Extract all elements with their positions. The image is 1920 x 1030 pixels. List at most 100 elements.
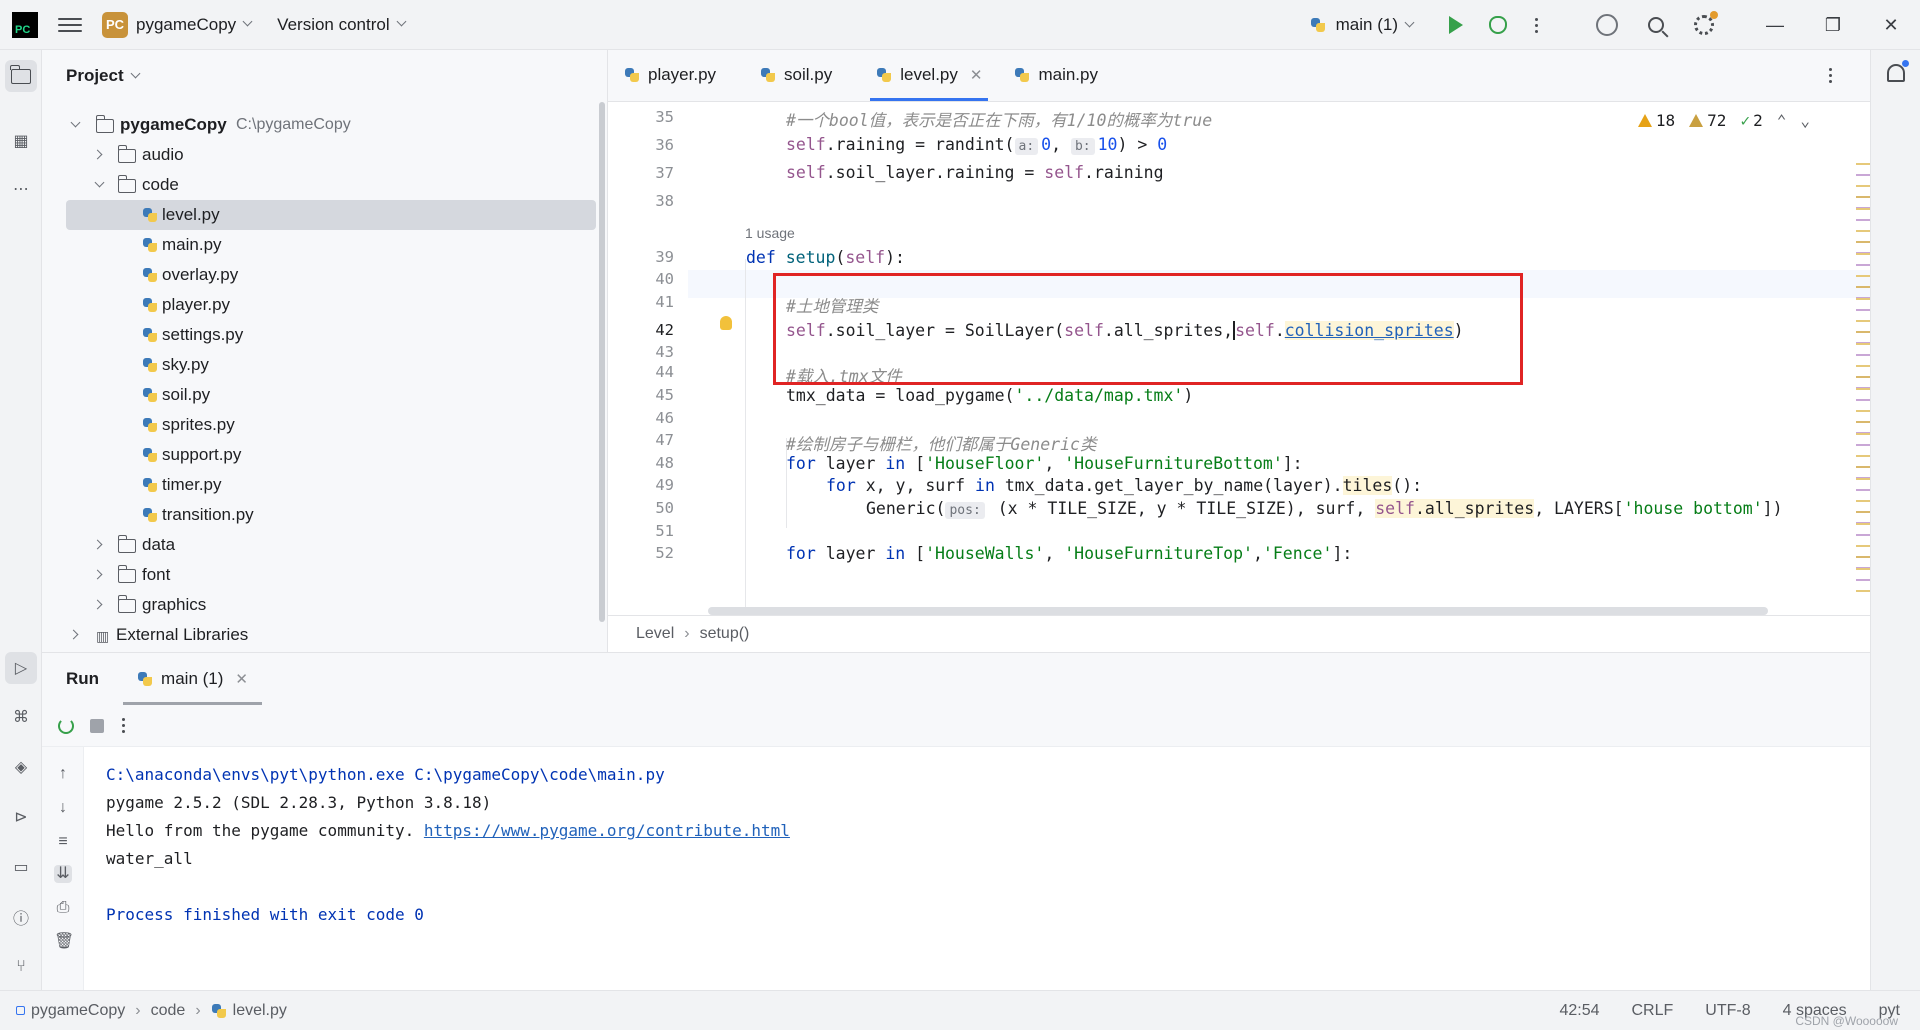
error-stripe-marker[interactable]: [1856, 568, 1870, 570]
tree-item-folder[interactable]: graphics: [42, 590, 608, 620]
tree-item-folder[interactable]: code: [42, 170, 608, 200]
error-stripe-marker[interactable]: [1856, 163, 1870, 165]
error-stripe-marker[interactable]: [1856, 264, 1870, 266]
close-window-button[interactable]: ✕: [1862, 15, 1920, 36]
more-actions-icon[interactable]: [1535, 17, 1538, 33]
tree-item-file[interactable]: sprites.py: [42, 410, 608, 440]
expand-arrow-icon[interactable]: [94, 177, 105, 188]
run-config-selector[interactable]: main (1): [1310, 15, 1415, 35]
caret-position[interactable]: 42:54: [1559, 1002, 1599, 1020]
add-user-icon[interactable]: [1596, 14, 1618, 36]
status-crumb[interactable]: pygameCopy: [31, 1002, 125, 1020]
minimize-button[interactable]: —: [1746, 15, 1804, 36]
inspection-widget[interactable]: 18 72 ✓ 2 ⌃ ⌄: [1637, 111, 1810, 130]
error-stripe-marker[interactable]: [1856, 421, 1870, 423]
more-tools-icon[interactable]: ⋯: [10, 178, 32, 200]
error-stripe-marker[interactable]: [1856, 343, 1870, 345]
error-stripe-marker[interactable]: [1856, 489, 1870, 491]
search-icon[interactable]: [1648, 17, 1664, 33]
error-stripe-marker[interactable]: [1856, 196, 1870, 198]
lightbulb-icon[interactable]: [720, 316, 732, 330]
console-link[interactable]: https://www.pygame.org/contribute.html: [424, 821, 790, 840]
error-stripe-marker[interactable]: [1856, 534, 1870, 536]
file-encoding[interactable]: UTF-8: [1705, 1002, 1750, 1020]
error-stripe-marker[interactable]: [1856, 241, 1870, 243]
console-output[interactable]: C:\anaconda\envs\pyt\python.exe C:\pygam…: [106, 761, 790, 929]
error-stripe-marker[interactable]: [1856, 399, 1870, 401]
expand-arrow-icon[interactable]: [92, 149, 103, 160]
tree-item-file[interactable]: support.py: [42, 440, 608, 470]
structure-icon[interactable]: ▦: [10, 130, 32, 152]
expand-arrow-icon[interactable]: [92, 539, 103, 550]
stop-icon[interactable]: [90, 718, 104, 733]
error-stripe-marker[interactable]: [1856, 376, 1870, 378]
tab-player-py[interactable]: player.py: [608, 49, 732, 101]
scroll-to-end-icon[interactable]: ⇊: [54, 865, 72, 883]
error-stripe-marker[interactable]: [1856, 185, 1870, 187]
token-collision-sprites[interactable]: collision_sprites: [1284, 321, 1454, 340]
notifications-bell-icon[interactable]: [1887, 60, 1909, 82]
error-stripe-marker[interactable]: [1856, 444, 1870, 446]
tree-item-file[interactable]: timer.py: [42, 470, 608, 500]
ok-count[interactable]: ✓ 2: [1740, 111, 1762, 130]
vcs-menu[interactable]: Version control: [277, 15, 389, 35]
close-run-tab-icon[interactable]: ✕: [235, 670, 248, 688]
tab-level-py[interactable]: level.py ✕: [860, 49, 998, 101]
tree-item-folder[interactable]: font: [42, 560, 608, 590]
services-icon[interactable]: ⊳: [10, 806, 32, 828]
tree-item-external-libraries[interactable]: ▥ External Libraries: [42, 620, 608, 650]
error-stripe-marker[interactable]: [1856, 523, 1870, 525]
print-icon[interactable]: ⎙: [54, 899, 72, 917]
error-stripe-marker[interactable]: [1856, 590, 1870, 592]
error-stripe-marker[interactable]: [1856, 230, 1870, 232]
tree-item-file[interactable]: settings.py: [42, 320, 608, 350]
tree-item-file-selected[interactable]: level.py: [66, 200, 596, 230]
next-highlight-icon[interactable]: ⌄: [1800, 111, 1810, 130]
error-stripe-marker[interactable]: [1856, 331, 1870, 333]
soft-wrap-icon[interactable]: ≡: [54, 833, 72, 851]
project-scrollbar[interactable]: [599, 102, 605, 622]
error-stripe-marker[interactable]: [1856, 298, 1870, 300]
breadcrumb-class[interactable]: Level: [636, 625, 674, 643]
rerun-icon[interactable]: [58, 717, 74, 734]
tree-item-file[interactable]: player.py: [42, 290, 608, 320]
python-console-icon[interactable]: ⌘: [10, 706, 32, 728]
error-stripe-marker[interactable]: [1856, 309, 1870, 311]
scroll-down-icon[interactable]: ↓: [54, 799, 72, 817]
tree-item-file[interactable]: overlay.py: [42, 260, 608, 290]
project-switcher[interactable]: pygameCopy: [136, 15, 236, 35]
error-stripe-marker[interactable]: [1856, 579, 1870, 581]
tab-main-py[interactable]: main.py: [998, 49, 1114, 101]
error-stripe[interactable]: [1854, 163, 1870, 615]
run-icon[interactable]: [1449, 16, 1463, 34]
clear-all-icon[interactable]: 🗑: [54, 933, 74, 951]
run-tab-main[interactable]: main (1) ✕: [123, 653, 262, 705]
tree-item-file[interactable]: main.py: [42, 230, 608, 260]
project-tool-button[interactable]: [5, 60, 37, 92]
tree-item-file[interactable]: transition.py: [42, 500, 608, 530]
run-tool-button[interactable]: ▷: [5, 652, 37, 684]
error-stripe-marker[interactable]: [1856, 174, 1870, 176]
error-stripe-marker[interactable]: [1856, 500, 1870, 502]
project-panel-header[interactable]: Project: [42, 50, 607, 102]
tab-actions-icon[interactable]: [1829, 68, 1832, 83]
debug-icon[interactable]: [1489, 16, 1507, 34]
run-more-icon[interactable]: [122, 718, 125, 733]
settings-gear-icon[interactable]: [1694, 11, 1718, 35]
error-stripe-marker[interactable]: [1856, 556, 1870, 558]
main-menu-icon[interactable]: [58, 13, 82, 37]
tree-item-file[interactable]: soil.py: [42, 380, 608, 410]
error-stripe-marker[interactable]: [1856, 511, 1870, 513]
line-separator[interactable]: CRLF: [1632, 1002, 1674, 1020]
warnings-count[interactable]: 18: [1637, 111, 1675, 130]
terminal-icon[interactable]: ▭: [10, 856, 32, 878]
error-stripe-marker[interactable]: [1856, 219, 1870, 221]
weak-warnings-count[interactable]: 72: [1689, 111, 1726, 130]
expand-arrow-icon[interactable]: [68, 629, 79, 640]
layers-icon[interactable]: ◈: [10, 756, 32, 778]
status-crumb[interactable]: level.py: [233, 1002, 287, 1020]
error-stripe-marker[interactable]: [1856, 275, 1870, 277]
tree-item-folder[interactable]: data: [42, 530, 608, 560]
error-stripe-marker[interactable]: [1856, 433, 1870, 435]
error-stripe-marker[interactable]: [1856, 354, 1870, 356]
